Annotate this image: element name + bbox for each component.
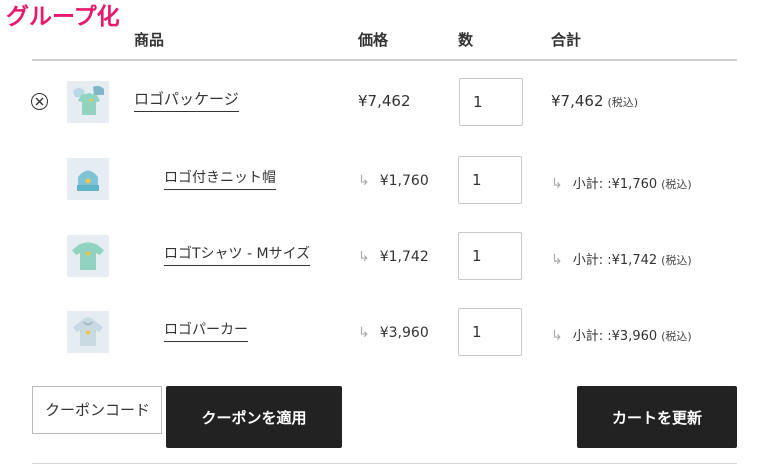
product-link-hoodie[interactable]: ロゴパーカー — [164, 322, 248, 343]
subtotal-value: ¥1,742 — [611, 253, 658, 268]
item-price-value: ¥1,760 — [379, 173, 429, 189]
apply-coupon-button[interactable]: クーポンを適用 — [166, 386, 342, 448]
product-thumbnail-bundle[interactable] — [67, 81, 109, 123]
bundle-total: ¥7,462 (税込) — [551, 92, 638, 110]
product-link-bundle[interactable]: ロゴパッケージ — [134, 90, 239, 113]
subtotal-value: ¥1,760 — [611, 177, 658, 192]
item-subtotal: ↳ 小計: :¥1,742 (税込) — [551, 249, 692, 268]
quantity-input-hoodie[interactable] — [458, 308, 522, 356]
header-price: 価格 — [358, 31, 389, 49]
product-link-tshirt[interactable]: ロゴTシャツ - Mサイズ — [164, 246, 311, 267]
update-cart-button[interactable]: カートを更新 — [577, 386, 737, 448]
tax-label: (税込) — [661, 254, 692, 267]
tax-label: (税込) — [661, 330, 692, 343]
product-thumbnail-tshirt[interactable] — [67, 235, 109, 277]
item-price-value: ¥1,742 — [379, 249, 429, 265]
product-thumbnail-knit-hat[interactable] — [67, 158, 109, 200]
item-subtotal: ↳ 小計: :¥3,960 (税込) — [551, 325, 692, 344]
subtotal-label: 小計: : — [572, 253, 612, 268]
subtotal-value: ¥3,960 — [611, 329, 658, 344]
item-price: ↳ ¥1,760 — [358, 173, 429, 189]
item-price-value: ¥3,960 — [379, 325, 429, 341]
sub-item-arrow-icon: ↳ — [551, 252, 563, 268]
header-divider — [32, 59, 737, 61]
subtotal-label: 小計: : — [572, 177, 612, 192]
sub-item-arrow-icon: ↳ — [358, 173, 370, 189]
sub-item-arrow-icon: ↳ — [358, 325, 370, 341]
quantity-input-bundle[interactable] — [459, 78, 523, 126]
sub-item-arrow-icon: ↳ — [358, 249, 370, 265]
header-quantity: 数 — [458, 31, 474, 49]
item-price: ↳ ¥3,960 — [358, 325, 429, 341]
bundle-tax-label: (税込) — [607, 96, 639, 109]
tax-label: (税込) — [661, 178, 692, 191]
item-subtotal: ↳ 小計: :¥1,760 (税込) — [551, 173, 692, 192]
footer-divider — [32, 463, 737, 464]
quantity-input-tshirt[interactable] — [458, 232, 522, 280]
remove-item-icon[interactable] — [31, 93, 48, 110]
item-price: ↳ ¥1,742 — [358, 249, 429, 265]
bundle-price: ¥7,462 — [358, 92, 411, 110]
sub-item-arrow-icon: ↳ — [551, 176, 563, 192]
subtotal-label: 小計: : — [572, 329, 612, 344]
header-total: 合計 — [551, 31, 582, 49]
bundle-total-value: ¥7,462 — [551, 92, 604, 110]
quantity-input-knit-hat[interactable] — [458, 156, 522, 204]
sub-item-arrow-icon: ↳ — [551, 328, 563, 344]
product-thumbnail-hoodie[interactable] — [67, 311, 109, 353]
header-product: 商品 — [134, 31, 165, 49]
group-label-overlay: グループ化 — [6, 4, 120, 30]
product-link-knit-hat[interactable]: ロゴ付きニット帽 — [164, 170, 276, 191]
coupon-code-input[interactable] — [32, 386, 162, 434]
